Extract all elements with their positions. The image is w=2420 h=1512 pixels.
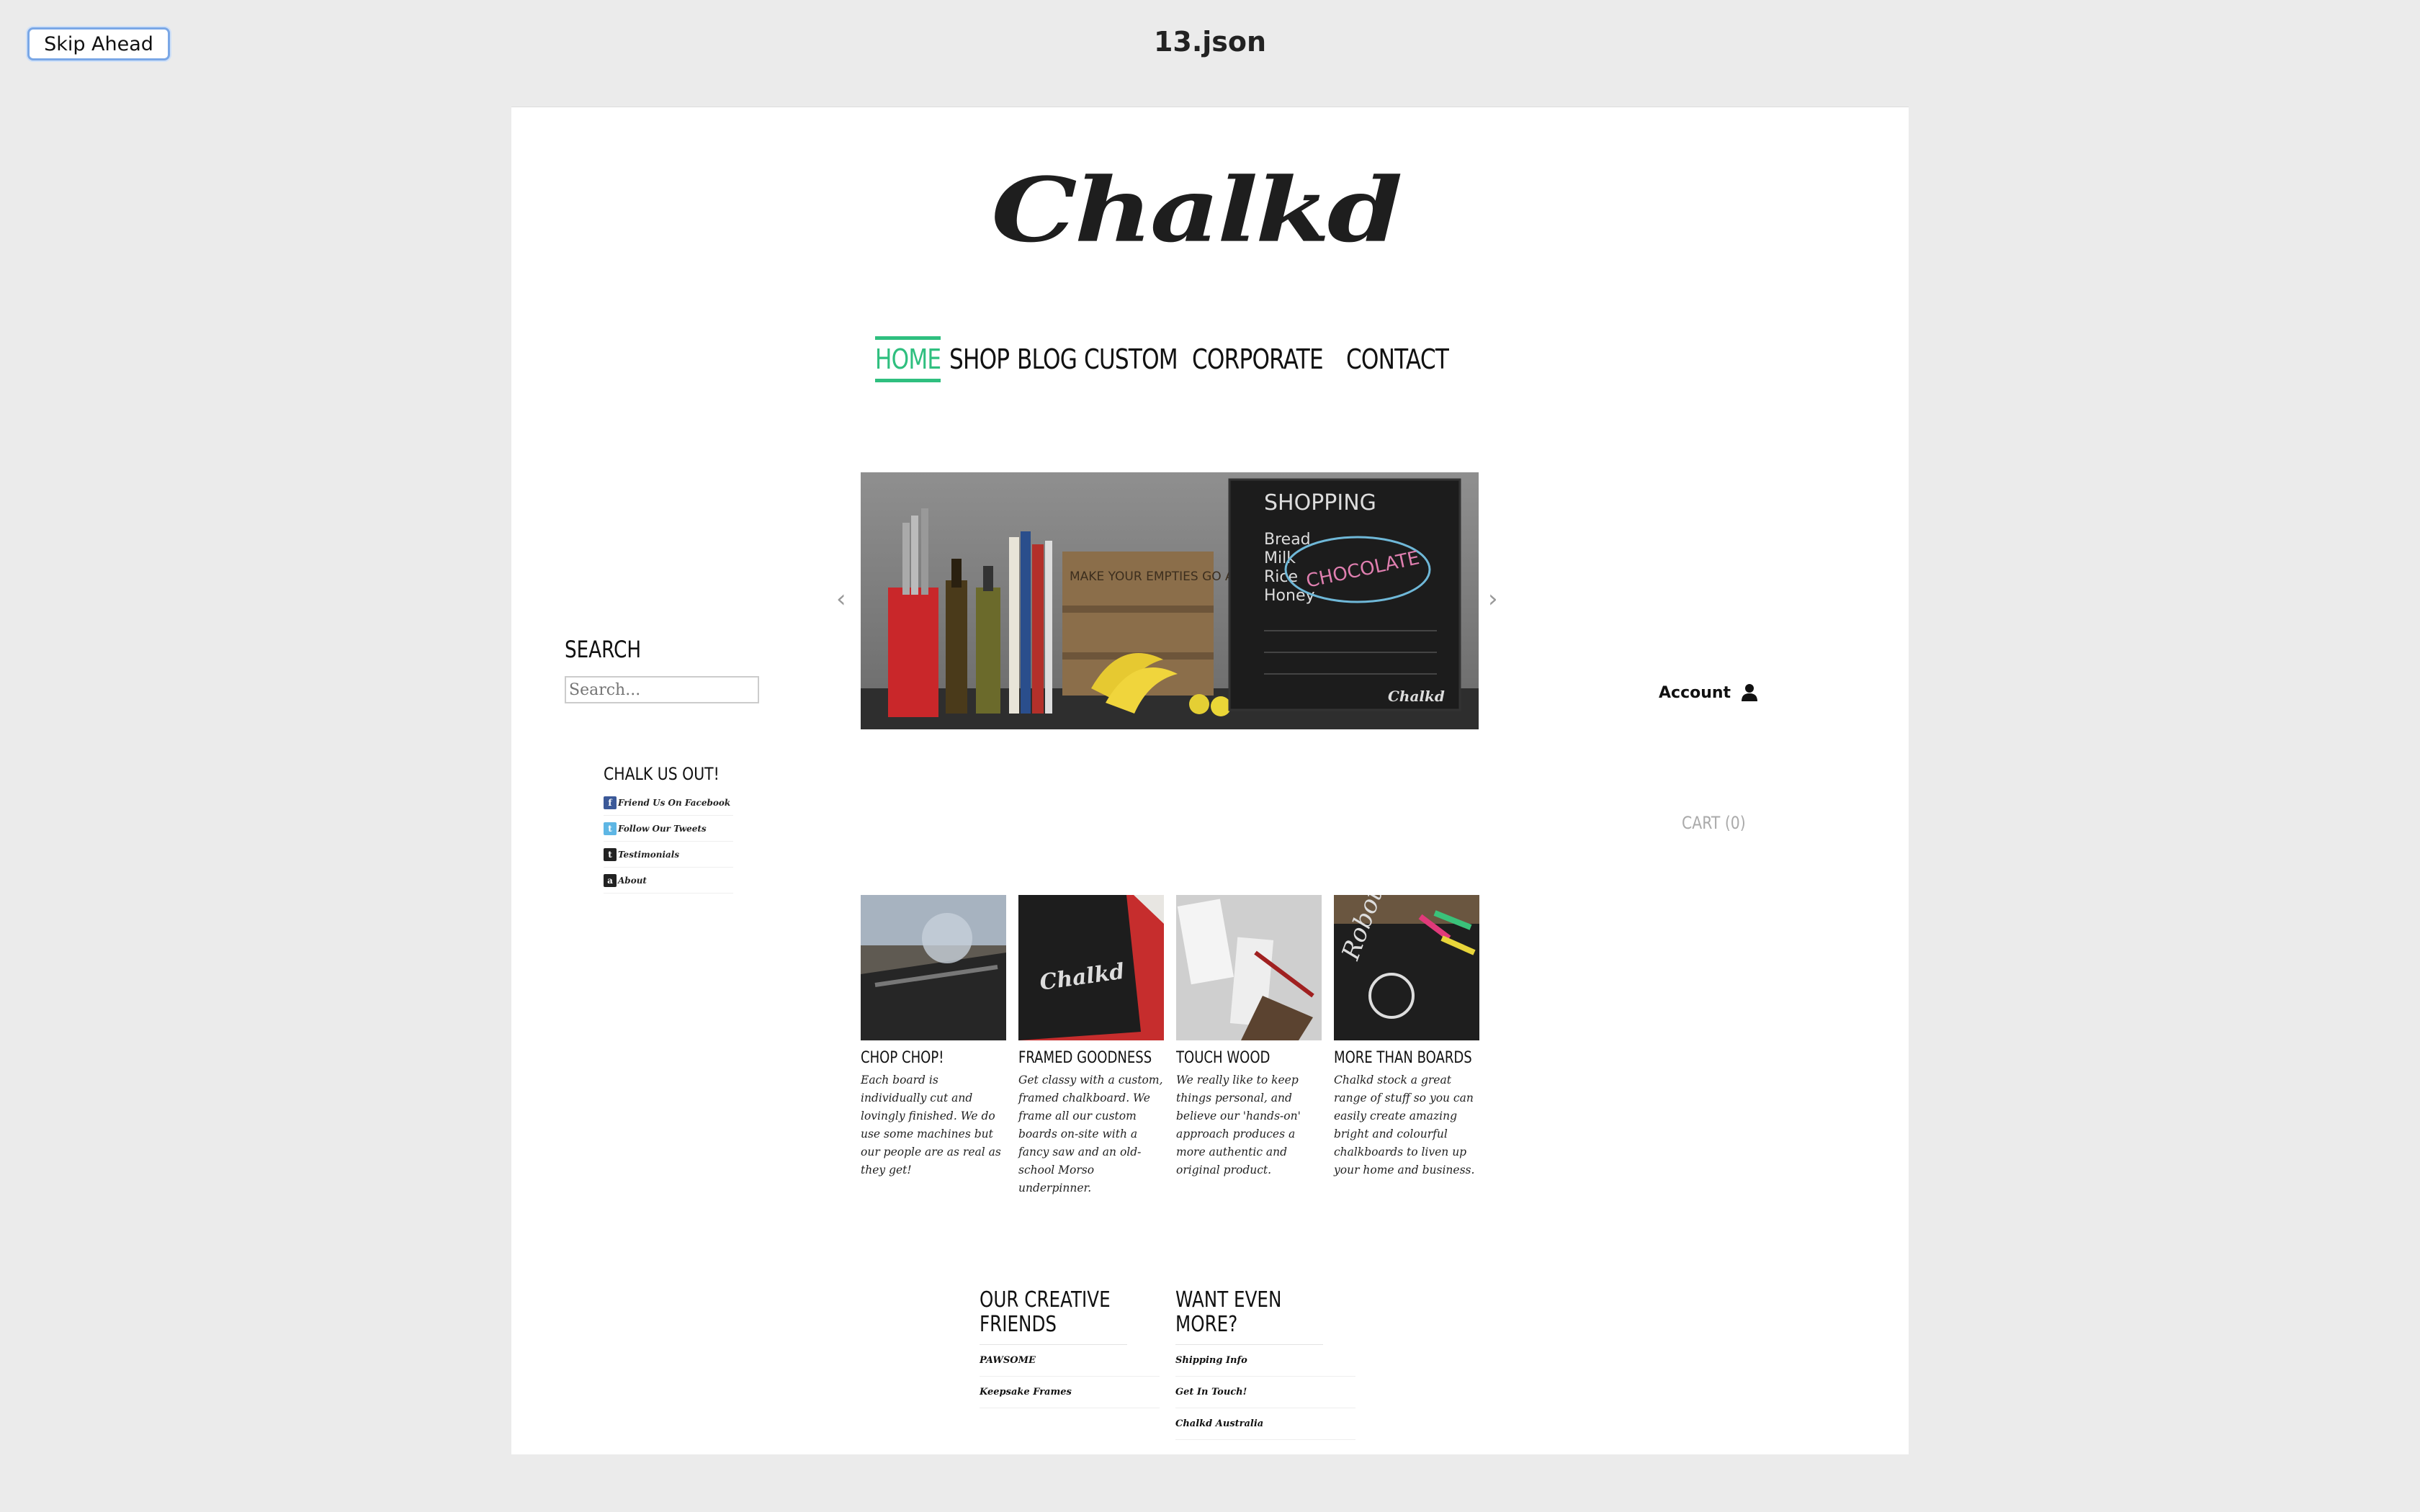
nav-item-blog[interactable]: BLOG bbox=[1017, 336, 1077, 382]
feature-card[interactable]: Robots MORE THAN BOARDS Chalkd stock a g… bbox=[1334, 895, 1479, 1179]
footer-link[interactable]: Shipping Info bbox=[1175, 1345, 1355, 1377]
nav-item-shop[interactable]: SHOP bbox=[949, 336, 1010, 382]
footer-friends: OUR CREATIVE FRIENDS PAWSOME Keepsake Fr… bbox=[980, 1288, 1160, 1408]
hero-image: MAKE YOUR EMPTIES GO AND SHOPPING Bread … bbox=[861, 472, 1479, 729]
feature-image bbox=[1176, 895, 1322, 1040]
facebook-icon: f bbox=[604, 796, 617, 809]
footer-heading: OUR CREATIVE FRIENDS bbox=[980, 1288, 1127, 1345]
feature-image: Chalkd bbox=[1018, 895, 1164, 1040]
site-logo[interactable]: Chalkd bbox=[980, 156, 1412, 264]
logo-text: Chalkd bbox=[991, 158, 1402, 263]
account-label: Account bbox=[1659, 683, 1731, 702]
slider-next-arrow[interactable]: › bbox=[1488, 585, 1498, 613]
hero-slider[interactable]: MAKE YOUR EMPTIES GO AND SHOPPING Bread … bbox=[861, 472, 1479, 729]
social-heading: CHALK US OUT! bbox=[604, 764, 720, 784]
cart-link[interactable]: CART (0) bbox=[1682, 813, 1746, 833]
user-icon bbox=[1742, 684, 1758, 701]
feature-image: Robots bbox=[1334, 895, 1479, 1040]
footer-heading: WANT EVEN MORE? bbox=[1175, 1288, 1323, 1345]
social-link-label: Friend Us On Facebook bbox=[618, 797, 731, 808]
crate-text: MAKE YOUR EMPTIES GO AND bbox=[1070, 570, 1252, 584]
file-title: 13.json bbox=[1153, 26, 1267, 58]
feature-title: MORE THAN BOARDS bbox=[1334, 1049, 1472, 1067]
twitter-icon: t bbox=[604, 822, 617, 835]
about-icon: a bbox=[604, 873, 617, 887]
footer-link[interactable]: Get In Touch! bbox=[1175, 1377, 1355, 1408]
nav-item-home[interactable]: HOME bbox=[875, 336, 941, 382]
search-input[interactable] bbox=[565, 676, 759, 703]
social-link-label: Testimonials bbox=[618, 849, 680, 860]
feature-description: Get classy with a custom, framed chalkbo… bbox=[1018, 1074, 1163, 1194]
nav-item-custom[interactable]: CUSTOM bbox=[1084, 336, 1178, 382]
main-nav: HOME SHOP BLOG CUSTOM CORPORATE CONTACT bbox=[875, 336, 1451, 382]
social-link-about[interactable]: a About bbox=[604, 868, 733, 894]
account-link[interactable]: Account bbox=[1659, 683, 1758, 702]
feature-description: We really like to keep things personal, … bbox=[1176, 1074, 1301, 1176]
footer-link[interactable]: Chalkd Australia bbox=[1175, 1408, 1355, 1440]
social-links: f Friend Us On Facebook t Follow Our Twe… bbox=[604, 790, 733, 894]
social-link-facebook[interactable]: f Friend Us On Facebook bbox=[604, 790, 733, 816]
feature-image bbox=[861, 895, 1006, 1040]
social-link-twitter[interactable]: t Follow Our Tweets bbox=[604, 816, 733, 842]
chalkboard-title: SHOPPING bbox=[1264, 490, 1376, 516]
feature-card[interactable]: Chalkd FRAMED GOODNESS Get classy with a… bbox=[1018, 895, 1164, 1197]
chalkboard-item: Honey bbox=[1264, 587, 1315, 605]
footer-more: WANT EVEN MORE? Shipping Info Get In Tou… bbox=[1175, 1288, 1355, 1440]
feature-description: Each board is individually cut and lovin… bbox=[861, 1074, 1001, 1176]
nav-item-contact[interactable]: CONTACT bbox=[1346, 336, 1449, 382]
features-section: CHOP CHOP! Each board is individually cu… bbox=[861, 895, 1494, 1197]
chalkboard-item: Bread bbox=[1264, 531, 1311, 549]
footer-link[interactable]: PAWSOME bbox=[980, 1345, 1160, 1377]
social-link-testimonials[interactable]: t Testimonials bbox=[604, 842, 733, 868]
feature-card[interactable]: TOUCH WOOD We really like to keep things… bbox=[1176, 895, 1322, 1179]
board-brand: Chalkd bbox=[1388, 688, 1445, 705]
feature-card[interactable]: CHOP CHOP! Each board is individually cu… bbox=[861, 895, 1006, 1179]
social-link-label: About bbox=[618, 875, 647, 886]
feature-title: TOUCH WOOD bbox=[1176, 1049, 1270, 1067]
feature-title: FRAMED GOODNESS bbox=[1018, 1049, 1152, 1067]
feature-title: CHOP CHOP! bbox=[861, 1049, 944, 1067]
search-heading: SEARCH bbox=[565, 636, 642, 663]
footer-link[interactable]: Keepsake Frames bbox=[980, 1377, 1160, 1408]
slider-prev-arrow[interactable]: ‹ bbox=[836, 585, 846, 613]
social-link-label: Follow Our Tweets bbox=[618, 823, 707, 834]
nav-item-corporate[interactable]: CORPORATE bbox=[1192, 336, 1324, 382]
tumblr-icon: t bbox=[604, 847, 617, 861]
feature-description: Chalkd stock a great range of stuff so y… bbox=[1334, 1074, 1475, 1176]
website-page: Chalkd HOME SHOP BLOG CUSTOM CORPORATE C… bbox=[511, 107, 1909, 1454]
